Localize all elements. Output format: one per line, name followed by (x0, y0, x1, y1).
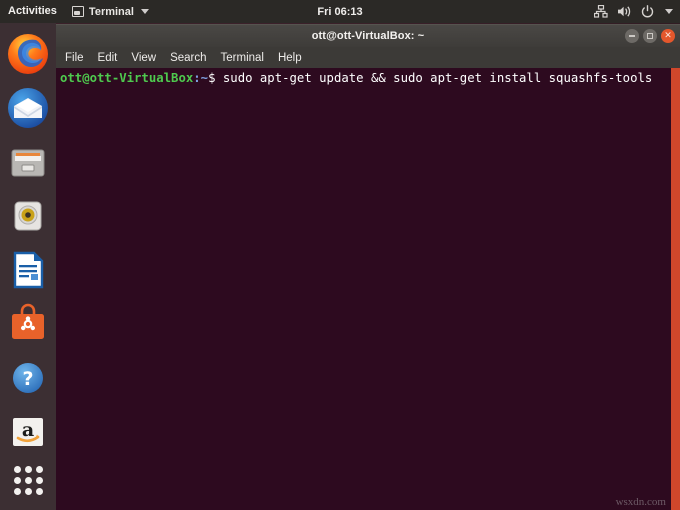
prompt-path: ~ (200, 71, 209, 85)
menu-view[interactable]: View (131, 52, 156, 64)
dock-item-amazon[interactable]: a (6, 410, 50, 454)
menu-terminal[interactable]: Terminal (221, 52, 264, 64)
system-status-area[interactable] (594, 5, 673, 18)
activities-button[interactable]: Activities (0, 0, 66, 23)
dock-item-thunderbird[interactable] (6, 86, 50, 130)
svg-text:?: ? (22, 368, 33, 390)
dock-item-firefox[interactable] (6, 32, 50, 76)
show-applications-button[interactable] (6, 458, 50, 502)
menu-search[interactable]: Search (170, 52, 206, 64)
top-bar: Activities Terminal Fri 06:13 (0, 0, 680, 23)
grid-dot (35, 487, 43, 495)
grid-dot (13, 476, 21, 484)
dock-item-libreoffice-writer[interactable] (6, 248, 50, 292)
grid-dot (24, 465, 32, 473)
chevron-down-icon (140, 9, 149, 14)
menu-edit[interactable]: Edit (98, 52, 118, 64)
dock-item-files[interactable] (6, 140, 50, 184)
terminal-scrollbar[interactable] (671, 68, 680, 510)
window-controls: ✕ (625, 29, 675, 43)
terminal-command: sudo apt-get update && sudo apt-get inst… (222, 71, 653, 85)
terminal-command-space (215, 71, 222, 85)
terminal-screen[interactable]: ott@ott-VirtualBox:~$ sudo apt-get updat… (56, 68, 680, 510)
dock-item-rhythmbox[interactable] (6, 194, 50, 238)
menu-help[interactable]: Help (278, 52, 302, 64)
grid-dot (24, 487, 32, 495)
grid-dot (13, 487, 21, 495)
prompt-separator: : (193, 71, 201, 85)
network-icon[interactable] (594, 5, 608, 18)
watermark: wsxdn.com (615, 496, 666, 508)
dock: ? a (0, 23, 56, 510)
topbar-app-name: Terminal (88, 5, 134, 18)
svg-text:a: a (22, 419, 34, 441)
volume-icon[interactable] (617, 5, 632, 18)
menu-file[interactable]: File (65, 52, 84, 64)
terminal-window: ott@ott-VirtualBox: ~ ✕ File Edit View S… (56, 24, 680, 510)
power-icon[interactable] (641, 5, 654, 18)
minimize-button[interactable] (625, 29, 639, 43)
grid-dot (13, 465, 21, 473)
dock-item-help[interactable]: ? (6, 356, 50, 400)
grid-dot (24, 476, 32, 484)
window-title: ott@ott-VirtualBox: ~ (311, 30, 425, 42)
menu-bar: File Edit View Search Terminal Help (56, 47, 680, 68)
grid-dot (35, 465, 43, 473)
grid-dot (35, 476, 43, 484)
maximize-button[interactable] (643, 29, 657, 43)
topbar-app-menu[interactable]: Terminal (66, 6, 155, 18)
window-title-bar[interactable]: ott@ott-VirtualBox: ~ ✕ (56, 24, 680, 47)
close-button[interactable]: ✕ (661, 29, 675, 43)
terminal-output: ott@ott-VirtualBox:~$ sudo apt-get updat… (60, 71, 668, 87)
prompt-user-host: ott@ott-VirtualBox (60, 71, 194, 85)
dock-item-ubuntu-software[interactable] (6, 302, 50, 346)
chevron-down-icon[interactable] (665, 9, 673, 14)
window-icon (71, 6, 84, 17)
